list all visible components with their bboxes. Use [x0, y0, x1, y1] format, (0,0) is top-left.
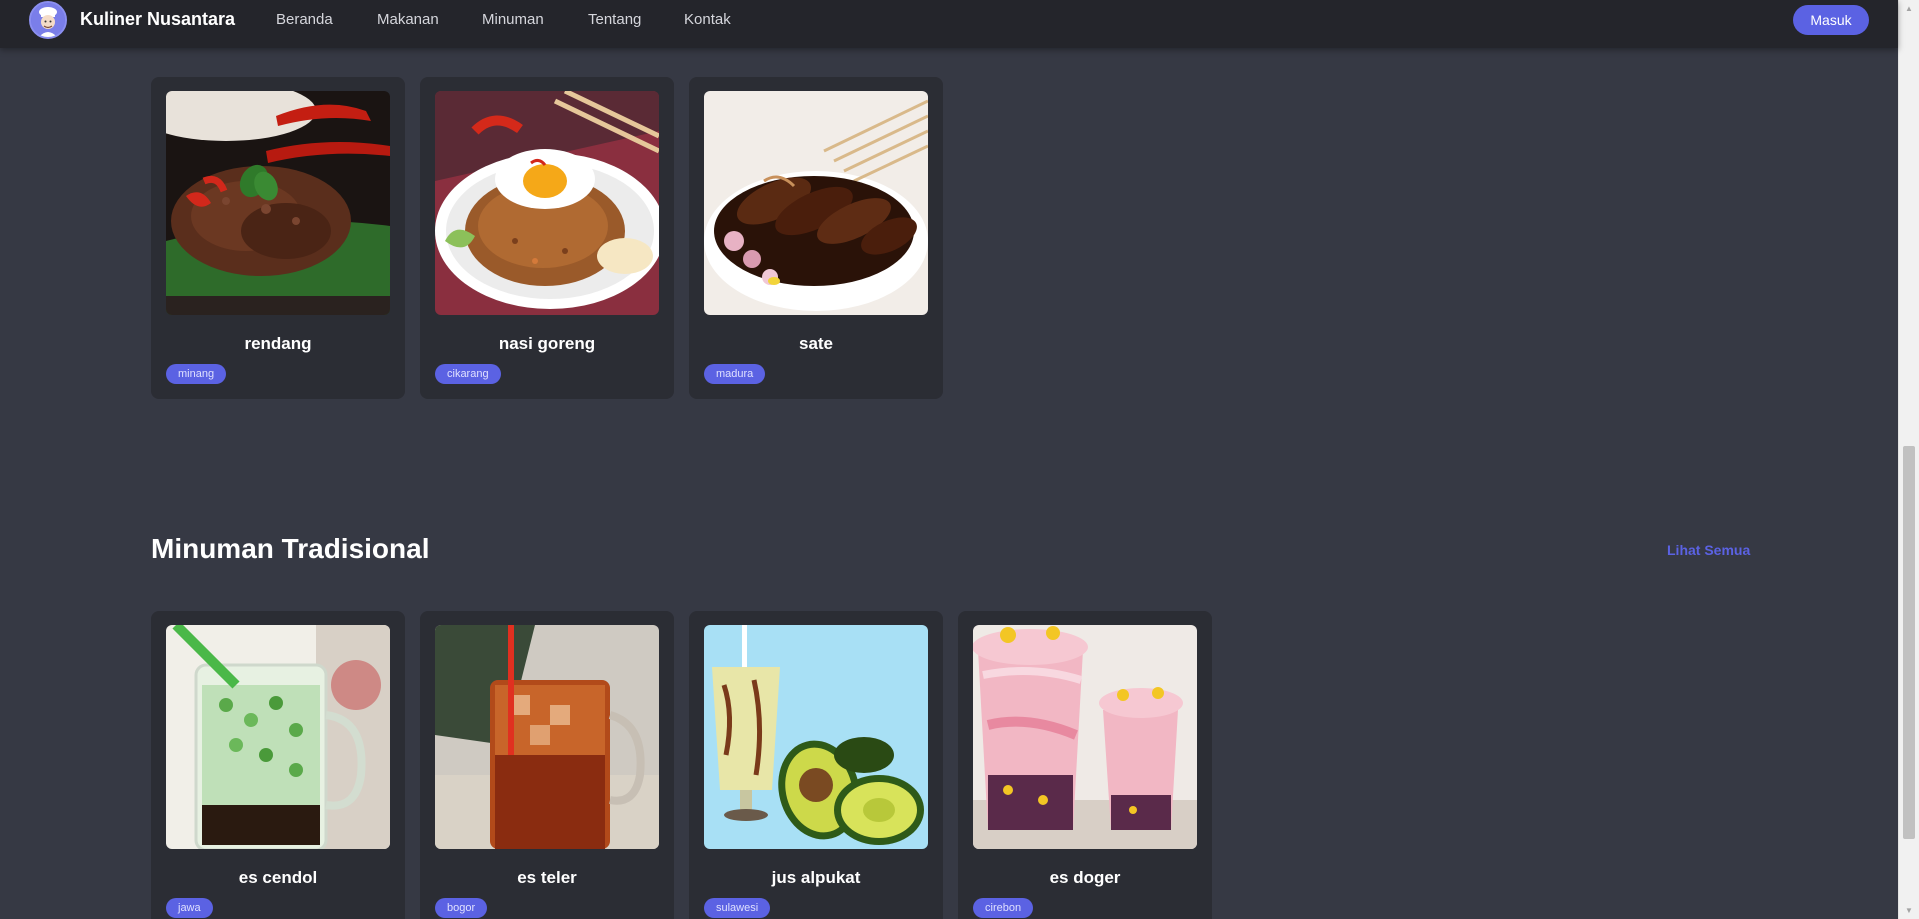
scroll-up-arrow-icon[interactable]: ▲	[1899, 0, 1919, 17]
region-tag: madura	[704, 364, 766, 384]
nav-link-tentang[interactable]: Tentang	[588, 11, 641, 29]
food-card-sate[interactable]: sate madura	[689, 77, 943, 399]
login-button[interactable]: Masuk	[1793, 5, 1869, 35]
brand-logo[interactable]	[29, 1, 67, 39]
region-tag: cikarang	[435, 364, 501, 384]
nav-link-minuman[interactable]: Minuman	[482, 11, 544, 29]
nav-link-beranda[interactable]: Beranda	[276, 11, 333, 29]
drink-name: es doger	[1049, 868, 1121, 887]
brand-name[interactable]: Kuliner Nusantara	[80, 9, 235, 29]
drink-image-es-teler	[435, 625, 659, 849]
food-name: nasi goreng	[498, 334, 596, 353]
region-tag: bogor	[435, 898, 488, 918]
food-image-nasi-goreng	[435, 91, 659, 315]
drink-image-es-cendol	[166, 625, 390, 849]
nav-link-kontak[interactable]: Kontak	[684, 11, 731, 29]
page-scrollbar[interactable]: ▲ ▼	[1898, 0, 1919, 919]
chef-avatar-icon	[31, 3, 65, 37]
drink-card-es-teler[interactable]: es teler bogor	[420, 611, 674, 919]
drink-name: es cendol	[238, 868, 318, 887]
see-all-link[interactable]: Lihat Semua	[1667, 542, 1750, 558]
food-name: rendang	[244, 334, 312, 353]
drink-card-jus-alpukat[interactable]: jus alpukat sulawesi	[689, 611, 943, 919]
drink-image-es-doger	[973, 625, 1197, 849]
drink-image-jus-alpukat	[704, 625, 928, 849]
drink-name: es teler	[517, 868, 577, 887]
food-image-rendang	[166, 91, 390, 315]
food-name: sate	[798, 334, 834, 353]
food-card-nasi-goreng[interactable]: nasi goreng cikarang	[420, 77, 674, 399]
region-tag: cirebon	[973, 898, 1034, 918]
drink-card-es-doger[interactable]: es doger cirebon	[958, 611, 1212, 919]
navbar: Kuliner Nusantara Beranda Makanan Minuma…	[0, 0, 1898, 48]
page: Kuliner Nusantara Beranda Makanan Minuma…	[0, 0, 1919, 919]
food-image-sate	[704, 91, 928, 315]
region-tag: sulawesi	[704, 898, 771, 918]
drink-name: jus alpukat	[771, 868, 861, 887]
region-tag: jawa	[166, 898, 213, 918]
drink-card-es-cendol[interactable]: es cendol jawa	[151, 611, 405, 919]
scroll-down-arrow-icon[interactable]: ▼	[1899, 902, 1919, 919]
nav-link-makanan[interactable]: Makanan	[377, 11, 439, 29]
region-tag: minang	[166, 364, 227, 384]
food-card-rendang[interactable]: rendang minang	[151, 77, 405, 399]
scrollbar-thumb[interactable]	[1903, 446, 1915, 839]
section-title-drinks: Minuman Tradisional	[151, 533, 430, 564]
